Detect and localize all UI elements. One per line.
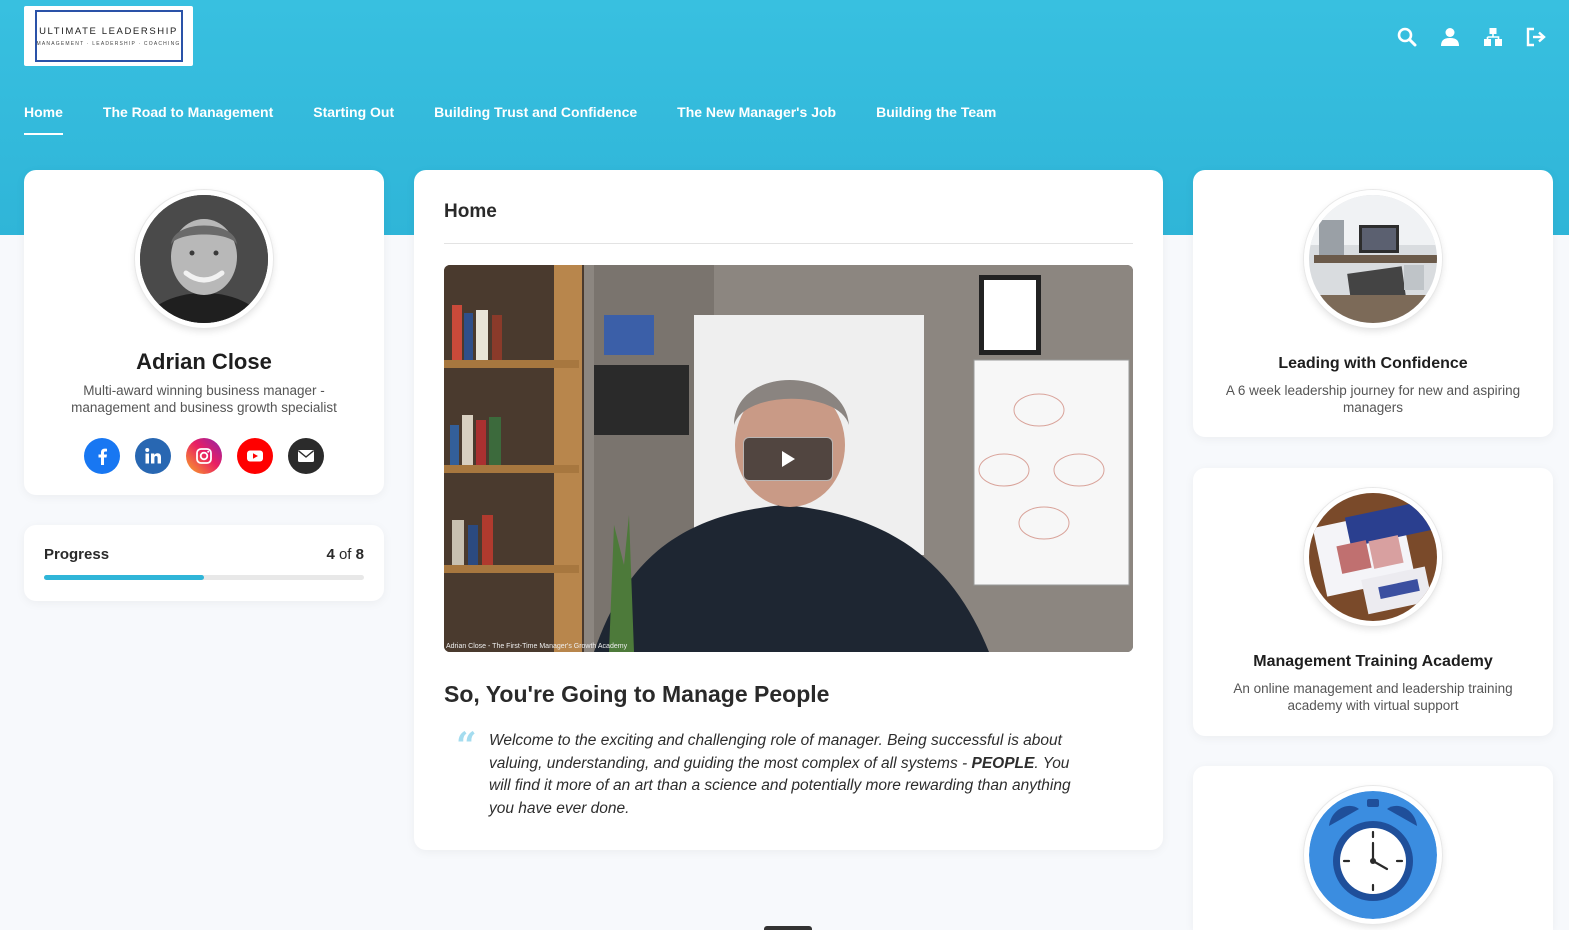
nav-home[interactable]: Home [24,102,63,135]
course-card-leading-with-confidence[interactable]: Leading with Confidence A 6 week leaders… [1193,170,1553,437]
section-heading: So, You're Going to Manage People [444,681,830,707]
progress-label: Progress [44,546,110,563]
linkedin-link[interactable] [135,438,171,474]
avatar [135,190,273,328]
header-actions [1385,24,1557,50]
social-links [24,438,384,474]
main-nav: Home The Road to Management Starting Out… [24,102,1036,135]
email-icon [298,450,314,462]
logo-title: ULTIMATE LEADERSHIP [39,25,178,37]
logout-button[interactable] [1514,24,1557,50]
course-thumbnail [1304,488,1442,626]
video-caption: Adrian Close - The First-Time Manager's … [446,643,628,650]
course-card-management-training-academy[interactable]: Management Training Academy An online ma… [1193,468,1553,736]
progress-total: 8 [355,546,364,563]
search-icon [1397,27,1416,47]
brochure-image [1309,493,1437,621]
nav-road-to-management[interactable]: The Road to Management [103,102,273,135]
course-thumbnail [1304,190,1442,328]
nav-starting-out[interactable]: Starting Out [313,102,394,135]
nav-building-trust[interactable]: Building Trust and Confidence [434,102,637,135]
course-thumbnail [1304,786,1442,924]
intro-quote: Welcome to the exciting and challenging … [489,730,1089,820]
progress-track [44,575,364,580]
instagram-link[interactable] [186,438,222,474]
facebook-icon [98,448,107,465]
progress-card: Progress 4 of 8 [24,525,384,601]
office-desk-image [1309,195,1437,323]
scroll-to-top-tab[interactable] [764,926,812,930]
search-button[interactable] [1385,24,1428,50]
profile-card: Adrian Close Multi-award winning busines… [24,170,384,495]
nav-new-managers-job[interactable]: The New Manager's Job [677,102,836,135]
linkedin-icon [145,448,161,464]
quote-emphasis: PEOPLE [971,754,1035,772]
user-icon [1440,28,1459,46]
play-button[interactable] [743,437,833,481]
profile-button[interactable] [1428,24,1471,50]
logout-icon [1526,27,1546,47]
alarm-clock-icon [1309,791,1437,919]
course-title: Management Training Academy [1253,653,1493,670]
brand-logo[interactable]: ULTIMATE LEADERSHIP MANAGEMENT · LEADERS… [24,6,193,66]
sitemap-button[interactable] [1471,24,1514,50]
play-icon [782,451,795,467]
quote-icon: “ [456,725,477,767]
profile-bio: Multi-award winning business manager - m… [71,383,337,415]
course-description: A 6 week leadership journey for new and … [1225,383,1521,415]
logo-frame: ULTIMATE LEADERSHIP MANAGEMENT · LEADERS… [34,10,183,62]
course-description: An online management and leadership trai… [1233,681,1513,713]
progress-of: of [338,546,352,563]
sitemap-icon [1483,28,1502,46]
course-card-third[interactable] [1193,766,1553,930]
facebook-link[interactable] [84,438,120,474]
progress-count: 4 of 8 [326,546,364,563]
nav-building-team[interactable]: Building the Team [876,102,996,135]
youtube-icon [247,450,263,462]
video-player[interactable]: Adrian Close - The First-Time Manager's … [444,265,1133,652]
title-divider [444,243,1133,244]
main-content-card: Home Adrian Close - The First-Time Manag… [414,170,1163,850]
email-link[interactable] [288,438,324,474]
course-title: Leading with Confidence [1278,355,1468,372]
youtube-link[interactable] [237,438,273,474]
logo-subtitle: MANAGEMENT · LEADERSHIP · COACHING [36,40,181,47]
profile-name: Adrian Close [136,349,272,374]
instagram-icon [196,448,212,464]
progress-current: 4 [326,546,335,563]
page-title: Home [444,201,497,222]
avatar-photo [140,195,268,323]
progress-fill [44,575,204,580]
